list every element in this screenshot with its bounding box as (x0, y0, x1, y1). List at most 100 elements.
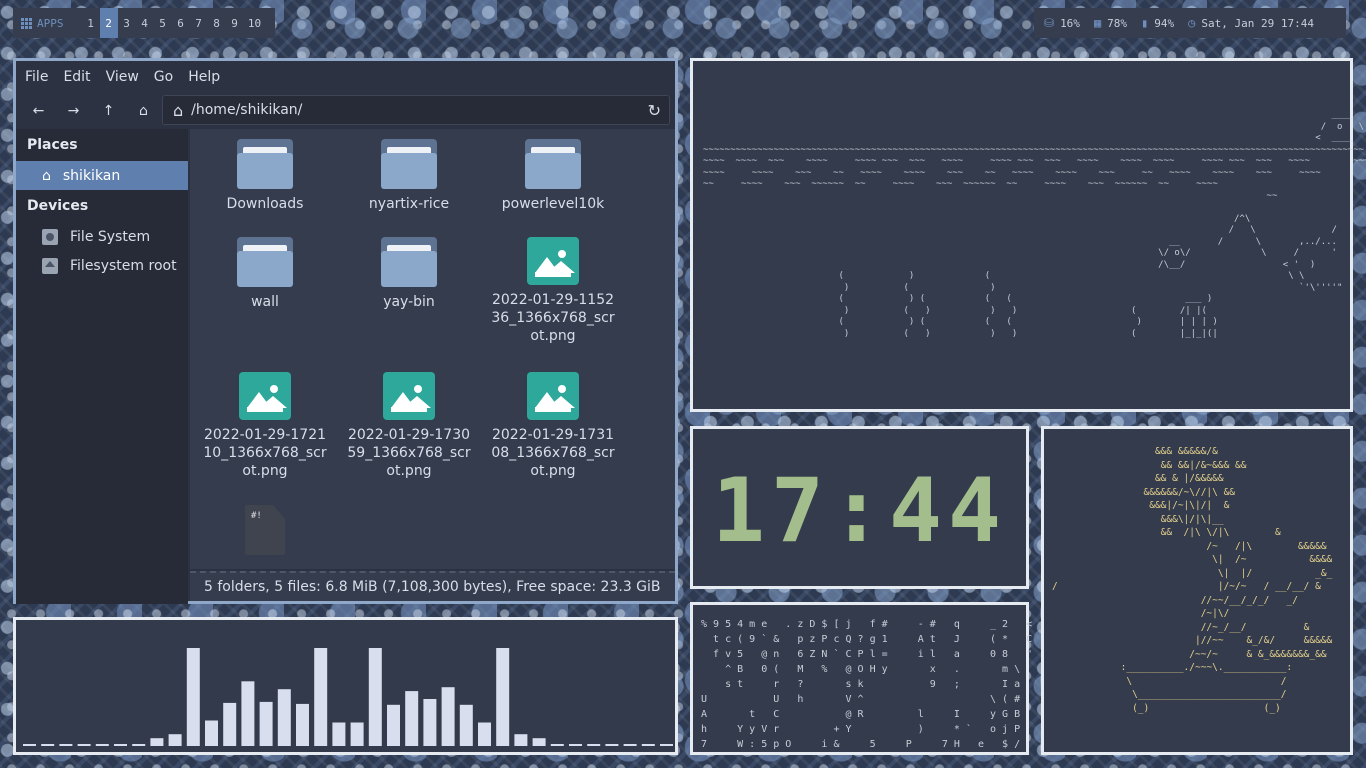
status-bar: ⛁ 16% ▦ 78% ▮ 94% ◷ Sat, Jan 29 17:44 (1034, 8, 1346, 38)
workspace-4[interactable]: 4 (136, 8, 154, 38)
visualizer-bars (23, 648, 673, 746)
clock-terminal: 17:44 (690, 426, 1029, 589)
back-button[interactable]: ← (21, 97, 56, 125)
location-path: /home/shikikan/ (191, 102, 303, 118)
visualizer-bar (532, 738, 546, 746)
sidebar-item-file-system[interactable]: File System (16, 222, 188, 251)
home-icon: ⌂ (42, 167, 51, 184)
file-name: 2022-01-29-173108_1366x768_scrot.png (491, 427, 615, 479)
date-time-value: Sat, Jan 29 17:44 (1201, 16, 1314, 30)
visualizer-bar (168, 734, 182, 746)
visualizer-bar (641, 744, 655, 746)
folder-item[interactable]: powerlevel10k (483, 139, 623, 213)
apps-label: APPS (37, 16, 64, 30)
home-icon: ⌂ (173, 100, 184, 120)
folder-icon (381, 139, 437, 189)
menu-view[interactable]: View (106, 69, 139, 85)
folder-icon (237, 139, 293, 189)
aquarium-ascii-art: ____ / o \ < ____ ~~~~~~~~~~~~~~~~~~~~~~… (703, 110, 1366, 339)
home-button[interactable]: ⌂ (126, 97, 161, 125)
menu-help[interactable]: Help (188, 69, 220, 85)
workspace-5[interactable]: 5 (154, 8, 172, 38)
image-file-item[interactable]: 2022-01-29-173059_1366x768_scrot.png (339, 372, 479, 480)
image-file-icon (527, 237, 579, 285)
reload-icon[interactable]: ↻ (648, 101, 661, 120)
up-button[interactable]: ↑ (91, 97, 126, 125)
sidebar-item-filesystem-root[interactable]: Filesystem root (16, 251, 188, 280)
workspace-2[interactable]: 2 (99, 8, 118, 38)
clock-icon: ◷ (1188, 16, 1196, 30)
sidebar-item-home[interactable]: ⌂ shikikan (16, 161, 188, 190)
workspace-bar: APPS 1 2 3 4 5 6 7 8 9 10 (13, 8, 275, 38)
image-file-item[interactable]: 2022-01-29-115236_1366x768_scrot.png (483, 237, 623, 345)
script-badge: #! (251, 511, 262, 521)
menu-file[interactable]: File (25, 69, 48, 85)
forward-button[interactable]: → (56, 97, 91, 125)
memory-icon: ▦ (1093, 16, 1102, 30)
places-header: Places (27, 137, 78, 153)
visualizer-bar (241, 681, 255, 746)
script-file-item[interactable]: #! (195, 505, 335, 555)
visualizer-bar (605, 744, 619, 746)
menu-edit[interactable]: Edit (63, 69, 90, 85)
disk-usage-value: 16% (1060, 16, 1080, 30)
apps-launcher[interactable]: APPS (21, 17, 64, 30)
battery-status: ▮ 94% (1141, 16, 1174, 30)
visualizer-bar (114, 744, 127, 746)
hard-drive-icon: ⛁ (1044, 16, 1055, 30)
visualizer-bar (95, 744, 109, 746)
visualizer-bar (41, 744, 55, 746)
eject-icon (42, 257, 58, 274)
arrow-left-icon: ← (32, 103, 45, 119)
status-bar-text: 5 folders, 5 files: 6.8 MiB (7,108,300 b… (190, 571, 675, 601)
battery-value: 94% (1154, 16, 1175, 30)
workspace-1[interactable]: 1 (82, 8, 100, 38)
arrow-up-icon: ↑ (102, 103, 115, 119)
menu-go[interactable]: Go (154, 69, 173, 85)
visualizer-bar (623, 744, 637, 746)
image-file-icon (527, 372, 579, 420)
visualizer-bar (186, 648, 200, 746)
visualizer-bar (59, 744, 73, 746)
memory-usage: ▦ 78% (1094, 16, 1127, 30)
file-name: Downloads (226, 196, 304, 212)
folder-item[interactable]: nyartix-rice (339, 139, 479, 213)
image-file-item[interactable]: 2022-01-29-173108_1366x768_scrot.png (483, 372, 623, 480)
visualizer-bar (314, 648, 328, 746)
file-name: nyartix-rice (368, 196, 450, 212)
visualizer-bar (478, 722, 491, 746)
apps-grid-icon (21, 17, 32, 29)
visualizer-bar (223, 702, 237, 746)
sidebar-item-label: Filesystem root (70, 257, 177, 274)
workspace-8[interactable]: 8 (208, 8, 226, 38)
visualizer-bar (587, 744, 601, 746)
visualizer-bar (368, 648, 382, 746)
visualizer-bar (405, 691, 419, 746)
aquarium-terminal: ____ / o \ < ____ ~~~~~~~~~~~~~~~~~~~~~~… (690, 58, 1366, 412)
visualizer-bar (441, 687, 455, 746)
audio-visualizer (13, 617, 678, 755)
file-name: wall (251, 294, 279, 310)
date-time[interactable]: ◷ Sat, Jan 29 17:44 (1188, 16, 1314, 30)
workspace-3[interactable]: 3 (118, 8, 136, 38)
script-file-icon: #! (245, 505, 285, 555)
folder-item[interactable]: Downloads (195, 139, 335, 213)
drive-icon (42, 228, 58, 245)
workspace-6[interactable]: 6 (172, 8, 190, 38)
folder-item[interactable]: yay-bin (339, 237, 479, 311)
workspace-7[interactable]: 7 (190, 8, 208, 38)
battery-icon: ▮ (1141, 16, 1149, 30)
clock-time: 17:44 (712, 459, 1007, 562)
bonsai-ascii-art: &&& &&&&&/& && &&|/&~&&& && && & |/&&&&&… (1052, 446, 1333, 714)
matrix-rain-text: % 9 5 4 m e . z D $ [ j f # - # q _ 2 < … (701, 619, 1033, 750)
file-name: yay-bin (383, 294, 435, 310)
workspace-9[interactable]: 9 (226, 8, 244, 38)
workspace-10[interactable]: 10 (244, 8, 266, 38)
location-bar[interactable]: ⌂ /home/shikikan/ ↻ (162, 95, 670, 125)
folder-icon (237, 237, 293, 287)
folder-item[interactable]: wall (195, 237, 335, 311)
visualizer-bar (77, 744, 91, 746)
file-name: powerlevel10k (501, 196, 605, 212)
image-file-item[interactable]: 2022-01-29-172110_1366x768_scrot.png (195, 372, 335, 480)
home-icon: ⌂ (139, 103, 148, 119)
